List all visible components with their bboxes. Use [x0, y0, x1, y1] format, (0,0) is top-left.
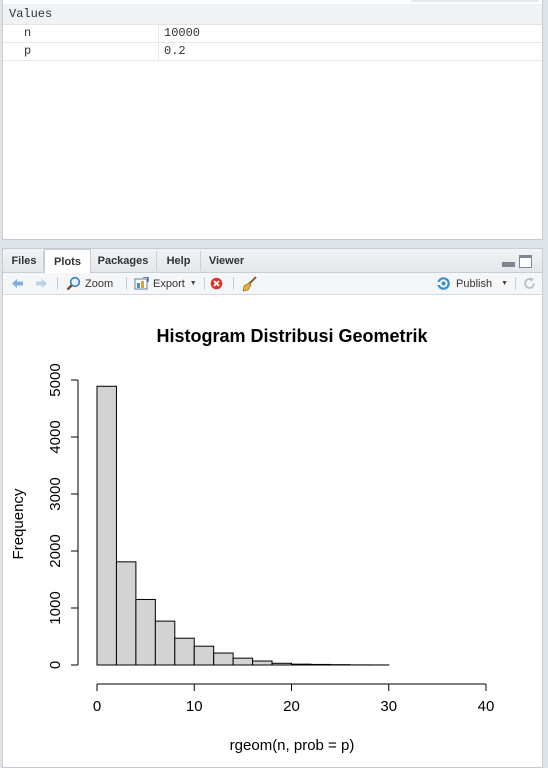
toolbar-divider: [515, 277, 516, 290]
histogram-bar: [311, 664, 330, 665]
variable-row-p[interactable]: p 0.2: [3, 43, 542, 61]
arrow-right-icon: [35, 278, 48, 289]
column-divider: [158, 43, 159, 60]
histogram-bar: [116, 562, 135, 665]
back-button[interactable]: [11, 273, 24, 294]
x-tick-label: 20: [283, 698, 300, 715]
histogram-bar: [136, 599, 155, 665]
plots-toolbar: Zoom Export ▼: [3, 273, 542, 295]
histogram-bar: [253, 661, 272, 665]
export-label: Export: [153, 278, 185, 290]
y-tick-label: 5000: [47, 363, 64, 396]
variable-row-n[interactable]: n 10000: [3, 25, 542, 43]
histogram-bar: [175, 638, 194, 665]
x-tick-label: 10: [186, 698, 203, 715]
histogram-bars: [97, 386, 389, 665]
y-tick-label: 2000: [47, 534, 64, 567]
toolbar-divider: [204, 277, 205, 290]
pane-tabbar: Files Plots Packages Help Viewer: [3, 249, 542, 273]
arrow-left-icon: [11, 278, 24, 289]
toolbar-divider: [233, 277, 234, 290]
histogram-bar: [97, 386, 116, 665]
remove-plot-icon: [210, 277, 223, 290]
tab-help[interactable]: Help: [157, 251, 201, 271]
x-tick-label: 40: [478, 698, 495, 715]
tab-plots[interactable]: Plots: [44, 249, 91, 274]
zoom-button[interactable]: Zoom: [66, 273, 113, 294]
clear-all-plots-button[interactable]: [242, 273, 258, 294]
chevron-down-icon: ▼: [190, 280, 197, 287]
variable-name: p: [24, 44, 31, 58]
forward-button[interactable]: [35, 273, 48, 294]
export-menu-button[interactable]: Export ▼: [134, 273, 197, 294]
y-tick-label: 0: [47, 661, 64, 669]
variable-value: 10000: [164, 26, 200, 40]
tab-files[interactable]: Files: [5, 251, 44, 271]
x-tick-label: 0: [93, 698, 101, 715]
publish-label: Publish: [456, 278, 492, 290]
values-section-header[interactable]: Values: [3, 4, 542, 25]
x-tick-label: 30: [380, 698, 397, 715]
histogram-bar: [194, 646, 213, 665]
y-tick-label: 1000: [47, 591, 64, 624]
env-pane-header-edge: [411, 0, 539, 2]
chart-title: Histogram Distribusi Geometrik: [156, 326, 428, 346]
variable-name: n: [24, 26, 31, 40]
histogram-bar: [272, 663, 291, 665]
zoom-label: Zoom: [85, 278, 113, 290]
tab-viewer[interactable]: Viewer: [201, 251, 252, 271]
y-axis-label: Frequency: [10, 488, 27, 559]
plot-canvas: Histogram Distribusi Geometrik Frequency…: [3, 295, 542, 767]
toolbar-divider: [57, 277, 58, 290]
refresh-icon: [523, 277, 536, 290]
histogram-bar: [233, 658, 252, 665]
publish-icon: [435, 277, 452, 290]
minimize-pane-button[interactable]: [502, 262, 515, 267]
chevron-down-icon: ▼: [501, 280, 508, 287]
refresh-button[interactable]: [523, 273, 536, 294]
histogram-bar: [155, 621, 174, 665]
x-axis-label: rgeom(n, prob = p): [230, 737, 355, 754]
maximize-pane-button[interactable]: [519, 255, 532, 268]
publish-menu-button[interactable]: Publish ▼: [435, 273, 508, 294]
y-tick-label: 4000: [47, 420, 64, 453]
column-divider: [158, 25, 159, 42]
histogram-bar: [214, 653, 233, 665]
toolbar-divider: [126, 277, 127, 290]
histogram-bar: [292, 664, 311, 665]
zoom-icon: [66, 276, 81, 291]
export-icon: [134, 277, 149, 290]
remove-plot-button[interactable]: [210, 273, 223, 294]
variable-value: 0.2: [164, 44, 186, 58]
tab-packages[interactable]: Packages: [90, 251, 157, 271]
plots-pane: Files Plots Packages Help Viewer Zoom: [2, 248, 543, 768]
values-section-label: Values: [9, 7, 52, 21]
y-tick-label: 3000: [47, 477, 64, 510]
environment-pane: Values n 10000 p 0.2: [2, 0, 543, 240]
broom-icon: [242, 276, 258, 292]
